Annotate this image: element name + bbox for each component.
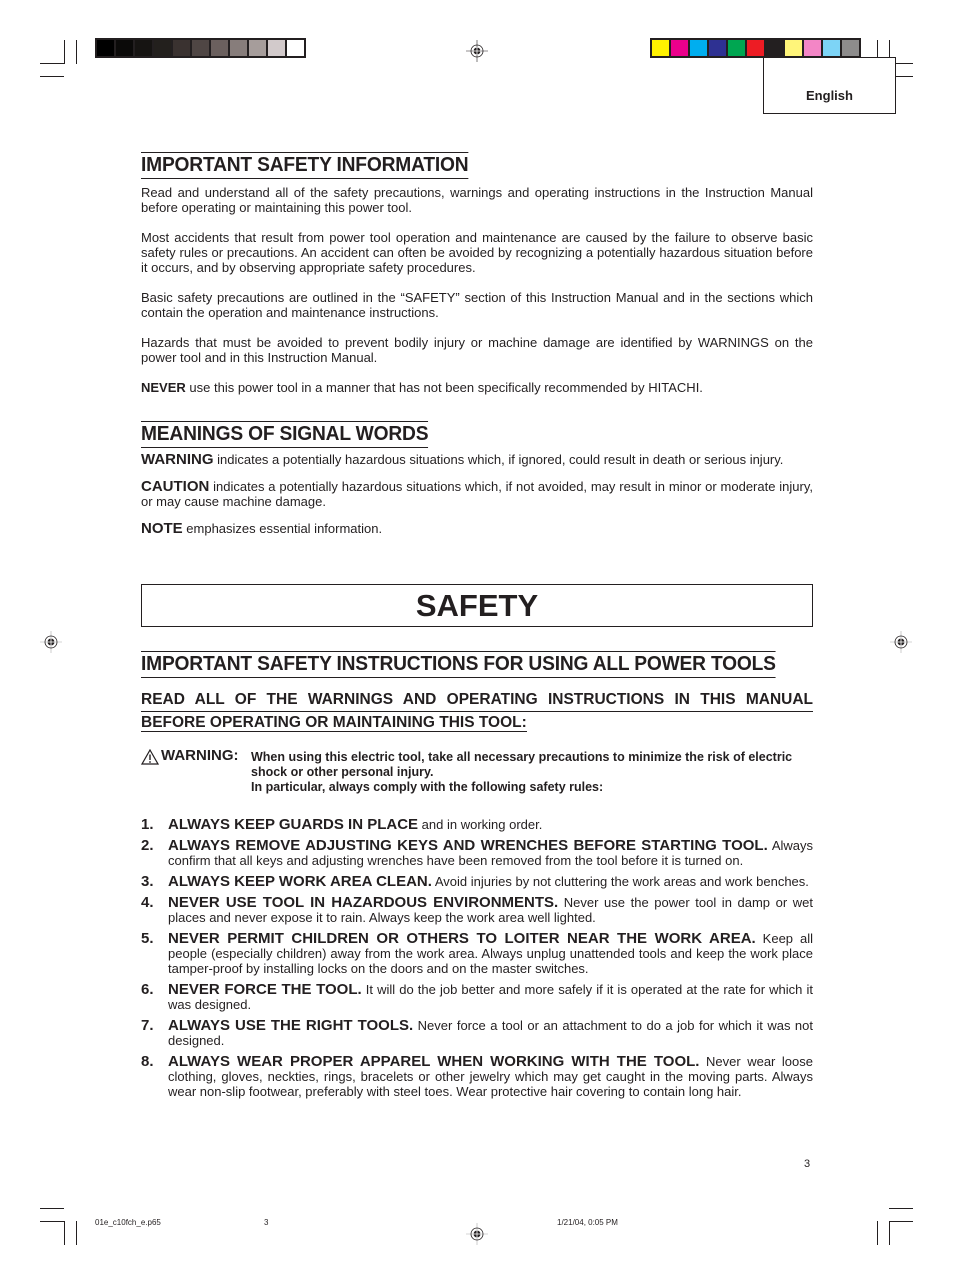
rule-title: NEVER USE TOOL IN HAZARDOUS ENVIRONMENTS… xyxy=(168,894,559,911)
color-swatch xyxy=(671,40,688,56)
warning-triangle-icon xyxy=(141,749,159,765)
gray-swatch xyxy=(211,40,228,56)
rule-number: 6. xyxy=(141,981,154,998)
language-tab: English xyxy=(763,57,896,114)
safety-title: SAFETY xyxy=(415,588,539,623)
rule-number: 1. xyxy=(141,816,154,833)
registration-mark-icon xyxy=(890,631,912,653)
rule-title: ALWAYS USE THE RIGHT TOOLS. xyxy=(168,1017,414,1034)
gray-swatch xyxy=(268,40,285,56)
warning-notice: WARNING: When using this electric tool, … xyxy=(141,748,813,795)
gray-swatch xyxy=(116,40,133,56)
color-swatch xyxy=(823,40,840,56)
color-swatch xyxy=(804,40,821,56)
gray-swatch xyxy=(97,40,114,56)
paragraph: Read and understand all of the safety pr… xyxy=(141,185,813,215)
slug-filename: 01e_c10fch_e.p65 xyxy=(95,1218,161,1227)
power-tools-safety-section: IMPORTANT SAFETY INSTRUCTIONS FOR USING … xyxy=(141,651,813,1105)
color-swatch xyxy=(690,40,707,56)
section-heading: IMPORTANT SAFETY INSTRUCTIONS FOR USING … xyxy=(141,651,776,678)
slug-page: 3 xyxy=(264,1218,269,1227)
signal-text: indicates a potentially hazardous situat… xyxy=(141,479,813,509)
warning-text-2: In particular, always comply with the fo… xyxy=(251,780,604,794)
safety-rule: 5. NEVER PERMIT CHILDREN OR OTHERS TO LOI… xyxy=(141,931,813,976)
rule-title: NEVER PERMIT CHILDREN OR OTHERS TO LOITE… xyxy=(168,930,756,947)
gray-swatch xyxy=(287,40,304,56)
safety-rule: 8. ALWAYS WEAR PROPER APPAREL WHEN WORKIN… xyxy=(141,1054,813,1099)
gray-swatch xyxy=(135,40,152,56)
rule-number: 8. xyxy=(141,1053,154,1070)
signal-word: WARNING xyxy=(141,451,214,468)
gray-swatch xyxy=(173,40,190,56)
signal-text: emphasizes essential information. xyxy=(182,521,383,536)
rule-title: ALWAYS WEAR PROPER APPAREL WHEN WORKING … xyxy=(168,1053,700,1070)
registration-mark-icon xyxy=(40,631,62,653)
safety-rule: 6. NEVER FORCE THE TOOL. It will do the j… xyxy=(141,982,813,1012)
language-label: English xyxy=(806,88,853,103)
gray-swatch xyxy=(192,40,209,56)
gray-swatch xyxy=(230,40,247,56)
section-heading: MEANINGS OF SIGNAL WORDS xyxy=(141,421,429,448)
color-swatch xyxy=(652,40,669,56)
grayscale-color-bar xyxy=(95,38,306,58)
rule-number: 3. xyxy=(141,873,154,890)
never-text: use this power tool in a manner that has… xyxy=(185,380,703,395)
signal-word: CAUTION xyxy=(141,478,210,495)
never-label: NEVER xyxy=(141,380,186,395)
color-swatch xyxy=(766,40,783,56)
safety-title-box: SAFETY xyxy=(141,584,813,627)
rule-number: 7. xyxy=(141,1017,154,1034)
rule-title: ALWAYS KEEP GUARDS IN PLACE xyxy=(168,816,419,833)
safety-rule: 7. ALWAYS USE THE RIGHT TOOLS. Never forc… xyxy=(141,1018,813,1048)
signal-note: NOTE emphasizes essential information. xyxy=(141,521,813,536)
paragraph: Most accidents that result from power to… xyxy=(141,230,813,275)
safety-rule: 4. NEVER USE TOOL IN HAZARDOUS ENVIRONMEN… xyxy=(141,895,813,925)
signal-text: indicates a potentially hazardous situat… xyxy=(213,452,784,467)
gray-swatch xyxy=(154,40,171,56)
slug-timestamp: 1/21/04, 0:05 PM xyxy=(557,1218,618,1227)
warning-label: WARNING: xyxy=(161,747,239,764)
paragraph: Basic safety precautions are outlined in… xyxy=(141,290,813,320)
never-statement: NEVER use this power tool in a manner th… xyxy=(141,380,813,395)
rule-number: 5. xyxy=(141,930,154,947)
registration-mark-icon xyxy=(466,1223,488,1245)
subheading-line-2: BEFORE OPERATING OR MAINTAINING THIS TOO… xyxy=(141,714,527,732)
important-safety-information-section: IMPORTANT SAFETY INFORMATION Read and un… xyxy=(141,152,813,395)
rule-text: and in working order. xyxy=(418,817,543,832)
color-swatch xyxy=(728,40,745,56)
subheading-line-1: READ ALL OF THE WARNINGS AND OPERATING I… xyxy=(141,689,813,712)
color-swatch xyxy=(709,40,726,56)
rule-number: 2. xyxy=(141,837,154,854)
section-heading: IMPORTANT SAFETY INFORMATION xyxy=(141,152,469,179)
safety-rules-list: 1. ALWAYS KEEP GUARDS IN PLACE and in wor… xyxy=(141,817,813,1099)
safety-rule: 1. ALWAYS KEEP GUARDS IN PLACE and in wor… xyxy=(141,817,813,832)
rule-title: ALWAYS KEEP WORK AREA CLEAN. xyxy=(168,873,432,890)
cmyk-color-bar xyxy=(650,38,861,58)
color-swatch xyxy=(842,40,859,56)
signal-caution: CAUTION indicates a potentially hazardou… xyxy=(141,479,813,509)
signal-word: NOTE xyxy=(141,520,183,537)
registration-mark-icon xyxy=(466,40,488,62)
color-swatch xyxy=(785,40,802,56)
rule-title: ALWAYS REMOVE ADJUSTING KEYS AND WRENCHE… xyxy=(168,837,768,854)
rule-title: NEVER FORCE THE TOOL. xyxy=(168,981,362,998)
safety-rule: 2. ALWAYS REMOVE ADJUSTING KEYS AND WRENC… xyxy=(141,838,813,868)
page-number: 3 xyxy=(804,1158,811,1170)
warning-text-1: When using this electric tool, take all … xyxy=(251,750,793,779)
color-swatch xyxy=(747,40,764,56)
rule-text: Avoid injuries by not cluttering the wor… xyxy=(431,874,809,889)
paragraph: Hazards that must be avoided to prevent … xyxy=(141,335,813,365)
rule-number: 4. xyxy=(141,894,154,911)
signal-warning: WARNING indicates a potentially hazardou… xyxy=(141,452,813,467)
signal-words-section: MEANINGS OF SIGNAL WORDS WARNING indicat… xyxy=(141,421,813,536)
safety-rule: 3. ALWAYS KEEP WORK AREA CLEAN. Avoid inj… xyxy=(141,874,813,889)
gray-swatch xyxy=(249,40,266,56)
